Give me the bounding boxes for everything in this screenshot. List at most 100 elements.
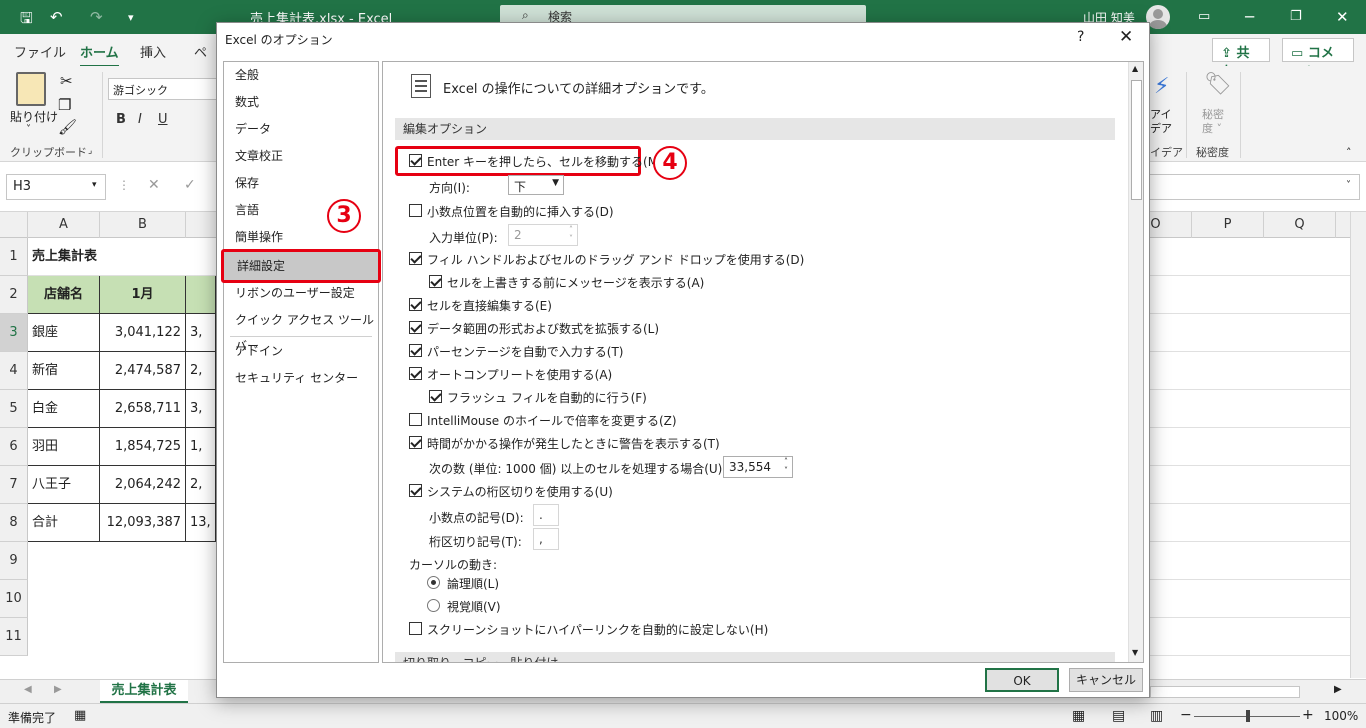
undo-icon[interactable]: ↶ [50,8,63,26]
paste-label[interactable]: 貼り付け [10,108,58,125]
formula-input[interactable] [1120,174,1360,200]
row-header[interactable]: 11 [0,618,28,656]
row-header[interactable]: 7 [0,466,28,504]
tab-file[interactable]: ファイル [14,42,66,61]
flash-fill-label[interactable]: フラッシュ フィルを自動的に行う(F) [447,389,647,406]
comment-button[interactable]: ▭ コメント [1282,38,1354,80]
cells-threshold-stepper[interactable]: 33,554 ˄ ˅ [723,456,793,478]
row-header[interactable]: 9 [0,542,28,580]
cancel-entry-icon[interactable]: ✕ [148,177,160,193]
zoom-out-icon[interactable]: − [1180,707,1192,723]
flash-fill-checkbox[interactable] [429,390,442,403]
tab-page-layout[interactable]: ペ [194,42,207,61]
expand-formula-icon[interactable]: ˅ [1346,180,1351,191]
store-cell[interactable]: 新宿 [28,352,100,390]
screenshot-link-checkbox[interactable] [409,622,422,635]
nav-item-addins[interactable]: アドイン [225,338,377,364]
close-icon[interactable]: ✕ [1119,27,1133,47]
row-header[interactable]: 10 [0,580,28,618]
value-cell[interactable]: 2, [186,466,216,504]
ribbon-display-icon[interactable]: ▭ [1198,9,1210,24]
value-cell[interactable]: 3,041,122 [100,314,186,352]
row-header[interactable]: 2 [0,276,28,314]
direct-edit-label[interactable]: セルを直接編集する(E) [427,297,552,314]
fill-handle-checkbox[interactable] [409,252,422,265]
intellimouse-label[interactable]: IntelliMouse のホイールで倍率を変更する(Z) [427,412,677,429]
row-header[interactable]: 1 [0,238,28,276]
decimal-separator-input[interactable]: . [533,504,559,526]
value-cell[interactable]: 3, [186,390,216,428]
sensitivity-icon[interactable]: 🏷 [1204,72,1232,97]
value-cell[interactable]: 13, [186,504,216,542]
sheet-title-cell[interactable]: 売上集計表 [28,238,228,276]
horizontal-scrollbar[interactable] [1150,686,1300,698]
percent-entry-label[interactable]: パーセンテージを自動で入力する(T) [427,343,623,360]
save-icon[interactable]: 🖫 [20,8,33,33]
row-header[interactable]: 3 [0,314,28,352]
column-header[interactable]: B [100,212,186,238]
tab-insert[interactable]: 挿入 [140,42,166,61]
name-box[interactable]: H3 [6,174,106,200]
normal-view-icon[interactable]: ▦ [1072,708,1085,724]
value-cell[interactable]: 2,064,242 [100,466,186,504]
customize-qat-icon[interactable]: ▾ [128,11,134,24]
store-cell[interactable]: 羽田 [28,428,100,466]
extend-range-label[interactable]: データ範囲の形式および数式を拡張する(L) [427,320,659,337]
nav-item-save[interactable]: 保存 [225,170,377,196]
cancel-button[interactable]: キャンセル [1069,668,1143,692]
sheet-tab[interactable]: 売上集計表 [100,680,188,704]
long-op-alert-label[interactable]: 時間がかかる操作が発生したときに警告を表示する(T) [427,435,720,452]
thousands-separator-input[interactable]: , [533,528,559,550]
nav-item-advanced[interactable]: 詳細設定 [221,249,381,283]
format-painter-icon[interactable]: 🖌 [58,118,77,136]
long-op-alert-checkbox[interactable] [409,436,422,449]
row-header[interactable]: 6 [0,428,28,466]
column-header[interactable]: A [28,212,100,238]
value-cell[interactable]: 2, [186,352,216,390]
value-cell[interactable]: 1,854,725 [100,428,186,466]
system-separator-checkbox[interactable] [409,484,422,497]
header-cell[interactable]: 店舗名 [28,276,100,314]
select-all[interactable] [0,212,28,238]
nav-item-formulas[interactable]: 数式 [225,89,377,115]
places-stepper[interactable]: 2 ˄ ˅ [508,224,578,246]
autocomplete-checkbox[interactable] [409,367,422,380]
header-cell[interactable]: 1月 [100,276,186,314]
intellimouse-checkbox[interactable] [409,413,422,426]
system-separator-label[interactable]: システムの桁区切りを使用する(U) [427,483,613,500]
nav-item-proofing[interactable]: 文章校正 [225,143,377,169]
column-header[interactable]: Q [1264,212,1336,238]
sensitivity-label-2[interactable]: 度 ˅ [1202,120,1222,136]
alert-overwrite-label[interactable]: セルを上書きする前にメッセージを表示する(A) [447,274,704,291]
logical-radio[interactable] [427,576,440,589]
direction-select[interactable]: 下 ▼ [508,175,564,195]
name-box-dropdown-icon[interactable]: ▾ [92,180,97,190]
nav-item-data[interactable]: データ [225,116,377,142]
macro-record-icon[interactable]: ▦ [74,708,86,723]
share-button[interactable]: ⇪ 共有 [1212,38,1270,80]
autocomplete-label[interactable]: オートコンプリートを使用する(A) [427,366,612,383]
content-scrollbar[interactable]: ▲ ▼ [1128,62,1143,662]
copy-icon[interactable]: ❐ [58,96,71,114]
tab-home[interactable]: ホーム [80,42,119,68]
percent-entry-checkbox[interactable] [409,344,422,357]
auto-decimal-checkbox[interactable] [409,204,422,217]
zoom-in-icon[interactable]: + [1302,707,1314,723]
vertical-scrollbar[interactable] [1350,212,1366,678]
ideas-label-2[interactable]: デア [1150,120,1172,136]
grid-area[interactable] [1150,238,1350,678]
confirm-entry-icon[interactable]: ✓ [184,177,196,193]
paste-dropdown-icon[interactable]: ˅ [26,124,31,135]
store-cell[interactable]: 合計 [28,504,100,542]
visual-label[interactable]: 視覚順(V) [447,598,501,615]
alert-overwrite-checkbox[interactable] [429,275,442,288]
value-cell[interactable]: 2,474,587 [100,352,186,390]
minimize-icon[interactable]: ─ [1245,8,1254,26]
extend-range-checkbox[interactable] [409,321,422,334]
redo-icon[interactable]: ↷ [90,8,103,26]
paste-icon[interactable] [16,72,46,106]
underline-button[interactable]: U [158,112,168,127]
page-layout-view-icon[interactable]: ▤ [1112,708,1125,724]
row-header[interactable]: 5 [0,390,28,428]
scroll-right-icon[interactable]: ▶ [1334,684,1342,695]
